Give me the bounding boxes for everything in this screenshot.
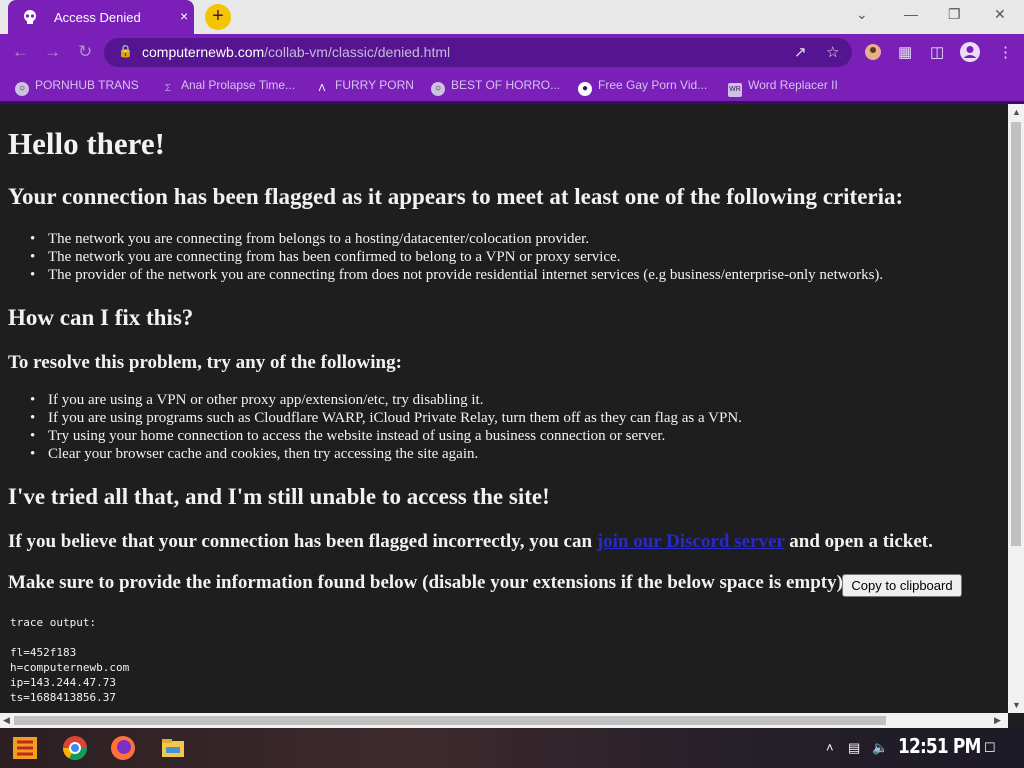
globe-icon: ○ [15, 82, 29, 96]
page-title: Hello there! [8, 126, 165, 161]
restore-button[interactable]: ❐ [948, 6, 961, 23]
list-item: The provider of the network you are conn… [30, 267, 883, 284]
scroll-up-arrow-icon[interactable]: ▲ [1012, 107, 1021, 117]
file-explorer-icon[interactable] [158, 734, 188, 762]
browser-menu-icon[interactable]: ⋮ [998, 43, 1013, 61]
firefox-icon[interactable] [108, 734, 138, 762]
new-tab-button[interactable]: + [205, 4, 231, 30]
browser-toolbar: ← → ↻ 🔒 computernewb.com/collab-vm/class… [0, 34, 1024, 71]
wr-icon: WR [728, 83, 742, 97]
bookmark-item[interactable]: WR Word Replacer II [728, 78, 838, 97]
bookmark-item[interactable]: Λ FURRY PORN [315, 78, 414, 96]
tab-strip: Access Denied × + ⌄ — ❐ ✕ [0, 0, 1024, 34]
bookmark-item[interactable]: ○ BEST OF HORRO... [431, 78, 560, 96]
side-panel-icon[interactable]: ◫ [930, 43, 944, 61]
close-window-button[interactable]: ✕ [994, 6, 1006, 23]
trace-output-label: trace output: [10, 616, 97, 629]
network-icon[interactable]: ▤ [848, 740, 860, 756]
trace-line: ts=1688413856.37 [10, 691, 116, 704]
flagged-heading: Your connection has been flagged as it a… [8, 184, 904, 209]
bookmark-item[interactable]: ● Free Gay Porn Vid... [578, 78, 707, 96]
skull-icon [24, 10, 36, 24]
copy-to-clipboard-button[interactable]: Copy to clipboard [842, 574, 962, 597]
reload-button[interactable]: ↻ [78, 42, 92, 62]
tab-search-dropdown-icon[interactable]: ⌄ [856, 6, 868, 23]
bookmark-star-icon[interactable]: ☆ [826, 43, 839, 61]
trace-line: h=computernewb.com [10, 661, 130, 674]
chrome-icon[interactable] [60, 734, 90, 762]
bookmarks-bar: ○ PORNHUB TRANS Σ Anal Prolapse Time... ΛF… [0, 71, 1024, 104]
list-item: Try using your home connection to access… [30, 428, 665, 445]
skull-icon: ● [578, 82, 592, 96]
address-bar[interactable]: 🔒 computernewb.com/collab-vm/classic/den… [104, 38, 852, 67]
bookmark-item[interactable]: Σ Anal Prolapse Time... [161, 78, 295, 96]
vertical-scroll-thumb[interactable] [1011, 122, 1021, 546]
taskbar: ˄ ▤ 🔈 12:51 PM ☐ [0, 728, 1024, 768]
tab-title: Access Denied [54, 10, 141, 25]
scroll-down-arrow-icon[interactable]: ▼ [1012, 700, 1021, 710]
arrow-up-icon: Λ [318, 83, 326, 94]
share-icon[interactable]: ↗ [794, 43, 807, 61]
profile-avatar-icon[interactable] [959, 41, 981, 63]
list-item: If you are using programs such as Cloudf… [30, 410, 742, 427]
list-item: The network you are connecting from belo… [30, 231, 589, 248]
taskbar-clock[interactable]: 12:51 PM [898, 734, 981, 758]
trace-line: ip=143.244.47.73 [10, 676, 116, 689]
list-item: The network you are connecting from has … [30, 249, 620, 266]
start-button-icon[interactable] [10, 734, 40, 762]
fix-heading: How can I fix this? [8, 305, 194, 330]
resolve-heading: To resolve this problem, try any of the … [8, 352, 402, 373]
scroll-right-arrow-icon[interactable]: ▶ [994, 715, 1001, 726]
tab-access-denied[interactable]: Access Denied × [8, 0, 194, 34]
vertical-scrollbar[interactable]: ▲ ▼ [1008, 104, 1024, 713]
horizontal-scrollbar[interactable]: ◀ ▶ [0, 713, 1008, 728]
extension-avatar-icon[interactable] [864, 43, 882, 61]
list-item: If you are using a VPN or other proxy ap… [30, 392, 483, 409]
bookmark-item[interactable]: ○ PORNHUB TRANS [15, 78, 139, 96]
incorrect-flag-text: If you believe that your connection has … [8, 531, 933, 552]
list-item: Clear your browser cache and cookies, th… [30, 446, 478, 463]
provide-info-text: Make sure to provide the information fou… [8, 572, 850, 593]
scroll-left-arrow-icon[interactable]: ◀ [3, 715, 10, 726]
horizontal-scroll-thumb[interactable] [14, 716, 886, 725]
url-text[interactable]: computernewb.com/collab-vm/classic/denie… [142, 44, 450, 60]
lock-icon[interactable]: 🔒 [118, 44, 133, 58]
forward-button[interactable]: → [44, 42, 61, 62]
notifications-icon[interactable]: ☐ [984, 740, 996, 756]
globe-icon: ○ [431, 82, 445, 96]
still-unable-heading: I've tried all that, and I'm still unabl… [8, 484, 550, 509]
bracket-icon: Σ [164, 83, 172, 94]
minimize-button[interactable]: — [904, 6, 918, 22]
show-hidden-icons-chevron-icon[interactable]: ˄ [826, 740, 834, 755]
page-content: Hello there! Your connection has been fl… [0, 104, 1008, 713]
back-button[interactable]: ← [12, 42, 29, 62]
discord-link[interactable]: join our Discord server [597, 531, 785, 552]
close-tab-icon[interactable]: × [180, 8, 188, 24]
volume-icon[interactable]: 🔈 [872, 740, 888, 756]
trace-line: fl=452f183 [10, 646, 77, 659]
extensions-puzzle-icon[interactable]: ▦ [898, 43, 912, 61]
